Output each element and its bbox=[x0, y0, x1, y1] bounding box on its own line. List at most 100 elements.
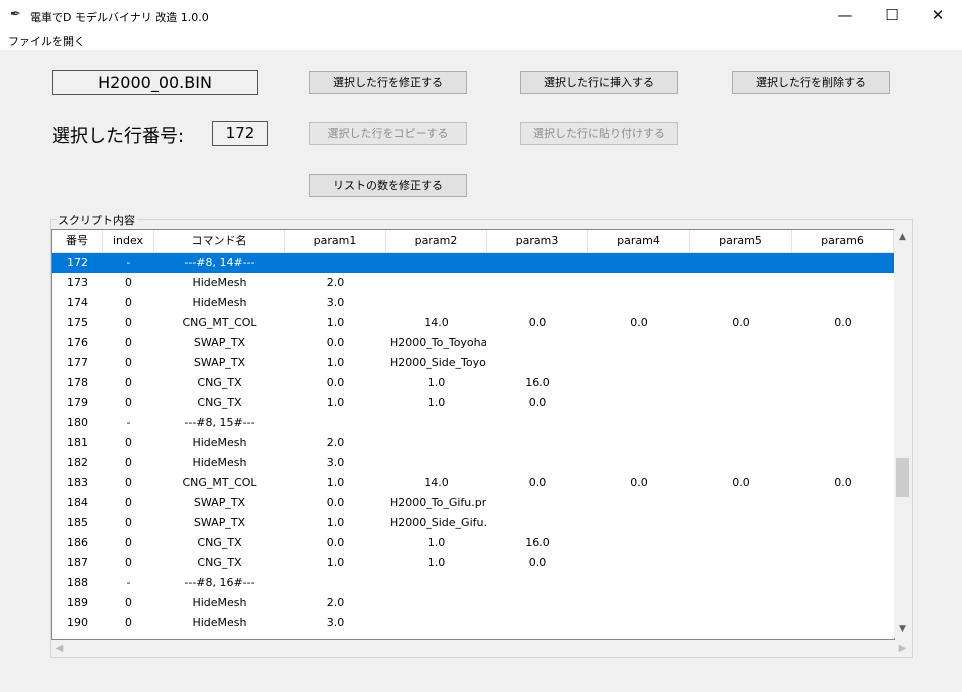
vertical-scrollbar[interactable]: ▲ ▼ bbox=[894, 229, 911, 638]
cell-param1 bbox=[285, 573, 386, 593]
header-col-param5[interactable]: param5 bbox=[690, 230, 792, 252]
table-row[interactable]: 185 0 SWAP_TX 1.0 H2000_Side_Gifu.| bbox=[52, 513, 894, 533]
table-row[interactable]: 176 0 SWAP_TX 0.0 H2000_To_Toyoha bbox=[52, 333, 894, 353]
cell-param2: H2000_Side_Gifu.| bbox=[390, 516, 486, 529]
cell-param4 bbox=[588, 553, 690, 573]
cell-param1: 1.0 bbox=[326, 396, 345, 409]
cell-param4 bbox=[588, 333, 690, 353]
table-row[interactable]: 183 0 CNG_MT_COL 1.0 14.0 0.0 0.0 0.0 0.0 bbox=[52, 473, 894, 493]
table-row[interactable]: 184 0 SWAP_TX 0.0 H2000_To_Gifu.pr bbox=[52, 493, 894, 513]
cell-param6: 0.0 bbox=[834, 476, 852, 489]
table-row[interactable]: 179 0 CNG_TX 1.0 1.0 0.0 bbox=[52, 393, 894, 413]
table-row[interactable]: 174 0 HideMesh 3.0 bbox=[52, 293, 894, 313]
table-row[interactable]: 181 0 HideMesh 2.0 bbox=[52, 433, 894, 453]
cell-param6 bbox=[792, 533, 894, 553]
header-col-number[interactable]: 番号 bbox=[52, 230, 103, 252]
cell-number: 185 bbox=[67, 516, 88, 529]
scroll-up-arrow[interactable]: ▲ bbox=[894, 229, 911, 246]
cell-number: 184 bbox=[67, 496, 88, 509]
table-row[interactable]: 190 0 HideMesh 3.0 bbox=[52, 613, 894, 633]
scroll-thumb[interactable] bbox=[896, 458, 909, 497]
table-row[interactable]: 188 - ---#8, 16#--- bbox=[52, 573, 894, 593]
menu-bar: ファイルを開く bbox=[0, 31, 962, 50]
cell-param6 bbox=[792, 373, 894, 393]
cell-param1: 2.0 bbox=[326, 276, 345, 289]
header-col-command[interactable]: コマンド名 bbox=[154, 230, 285, 252]
table-row[interactable]: 187 0 CNG_TX 1.0 1.0 0.0 bbox=[52, 553, 894, 573]
script-table[interactable]: 番号 index コマンド名 param1 param2 param3 param4 para… bbox=[51, 229, 895, 640]
table-row[interactable]: 189 0 HideMesh 2.0 bbox=[52, 593, 894, 613]
feather-icon: ✒ bbox=[10, 7, 21, 22]
cell-param4 bbox=[588, 293, 690, 313]
minimize-button[interactable]: — bbox=[822, 0, 868, 31]
delete-row-button[interactable]: 選択した行を削除する bbox=[732, 71, 890, 94]
cell-param2 bbox=[386, 273, 487, 293]
menu-open-file[interactable]: ファイルを開く bbox=[8, 33, 85, 49]
modify-row-button[interactable]: 選択した行を修正する bbox=[309, 71, 467, 94]
cell-number: 183 bbox=[67, 476, 88, 489]
header-col-param4[interactable]: param4 bbox=[588, 230, 690, 252]
cell-param5 bbox=[690, 373, 792, 393]
cell-param1: 2.0 bbox=[326, 436, 345, 449]
cell-param3: 0.0 bbox=[528, 476, 547, 489]
table-header: 番号 index コマンド名 param1 param2 param3 param4 para… bbox=[52, 230, 894, 253]
cell-param6: 0.0 bbox=[834, 316, 852, 329]
cell-param6 bbox=[792, 253, 894, 273]
cell-number: 180 bbox=[67, 416, 88, 429]
cell-param6 bbox=[792, 553, 894, 573]
cell-number: 186 bbox=[67, 536, 88, 549]
cell-index: 0 bbox=[125, 436, 132, 449]
cell-param6 bbox=[792, 453, 894, 473]
cell-param3: 16.0 bbox=[525, 376, 550, 389]
cell-param1: 1.0 bbox=[326, 556, 345, 569]
close-button[interactable]: ✕ bbox=[915, 0, 961, 31]
table-row[interactable]: 186 0 CNG_TX 0.0 1.0 16.0 bbox=[52, 533, 894, 553]
cell-param5 bbox=[690, 573, 792, 593]
header-col-param6[interactable]: param6 bbox=[792, 230, 894, 252]
scroll-left-arrow[interactable]: ◀ bbox=[51, 640, 68, 657]
cell-param3 bbox=[487, 493, 588, 513]
insert-row-button[interactable]: 選択した行に挿入する bbox=[520, 71, 678, 94]
cell-command: CNG_MT_COL bbox=[182, 476, 257, 489]
cell-param1: 1.0 bbox=[326, 516, 345, 529]
cell-param3 bbox=[487, 413, 588, 433]
window-title: 電車でD モデルバイナリ 改造 1.0.0 bbox=[30, 11, 209, 24]
cell-param3 bbox=[487, 593, 588, 613]
cell-param6 bbox=[792, 333, 894, 353]
header-col-param3[interactable]: param3 bbox=[487, 230, 588, 252]
header-col-param1[interactable]: param1 bbox=[285, 230, 386, 252]
table-row[interactable]: 177 0 SWAP_TX 1.0 H2000_Side_Toyol bbox=[52, 353, 894, 373]
header-col-param2[interactable]: param2 bbox=[386, 230, 487, 252]
table-row[interactable]: 178 0 CNG_TX 0.0 1.0 16.0 bbox=[52, 373, 894, 393]
cell-command: SWAP_TX bbox=[193, 496, 246, 509]
cell-index: - bbox=[126, 576, 131, 589]
cell-param3: 0.0 bbox=[528, 316, 547, 329]
table-row[interactable]: 175 0 CNG_MT_COL 1.0 14.0 0.0 0.0 0.0 0.0 bbox=[52, 313, 894, 333]
cell-param4 bbox=[588, 253, 690, 273]
cell-param2 bbox=[386, 573, 487, 593]
cell-command: SWAP_TX bbox=[193, 336, 246, 349]
cell-command: ---#8, 16#--- bbox=[184, 576, 255, 589]
cell-param3 bbox=[487, 573, 588, 593]
cell-param4 bbox=[588, 413, 690, 433]
cell-param3 bbox=[487, 293, 588, 313]
table-row[interactable]: 182 0 HideMesh 3.0 bbox=[52, 453, 894, 473]
fix-list-count-button[interactable]: リストの数を修正する bbox=[309, 174, 467, 197]
cell-param4 bbox=[588, 593, 690, 613]
table-row[interactable]: 173 0 HideMesh 2.0 bbox=[52, 273, 894, 293]
cell-param2: H2000_To_Gifu.pr bbox=[390, 496, 486, 509]
selected-row-label: 選択した行番号: bbox=[52, 126, 185, 147]
cell-param4 bbox=[588, 533, 690, 553]
scroll-down-arrow[interactable]: ▼ bbox=[894, 621, 911, 638]
cell-number: 172 bbox=[67, 256, 88, 269]
maximize-button[interactable]: ☐ bbox=[869, 0, 915, 31]
scroll-right-arrow[interactable]: ▶ bbox=[894, 640, 911, 657]
table-row[interactable]: 172 - ---#8, 14#--- bbox=[52, 253, 894, 273]
horizontal-scrollbar[interactable]: ◀ ▶ bbox=[51, 640, 911, 657]
paste-row-button[interactable]: 選択した行に貼り付けする bbox=[520, 122, 678, 145]
header-col-index[interactable]: index bbox=[103, 230, 154, 252]
cell-number: 182 bbox=[67, 456, 88, 469]
cell-index: - bbox=[126, 256, 131, 269]
copy-row-button[interactable]: 選択した行をコピーする bbox=[309, 122, 467, 145]
table-row[interactable]: 180 - ---#8, 15#--- bbox=[52, 413, 894, 433]
